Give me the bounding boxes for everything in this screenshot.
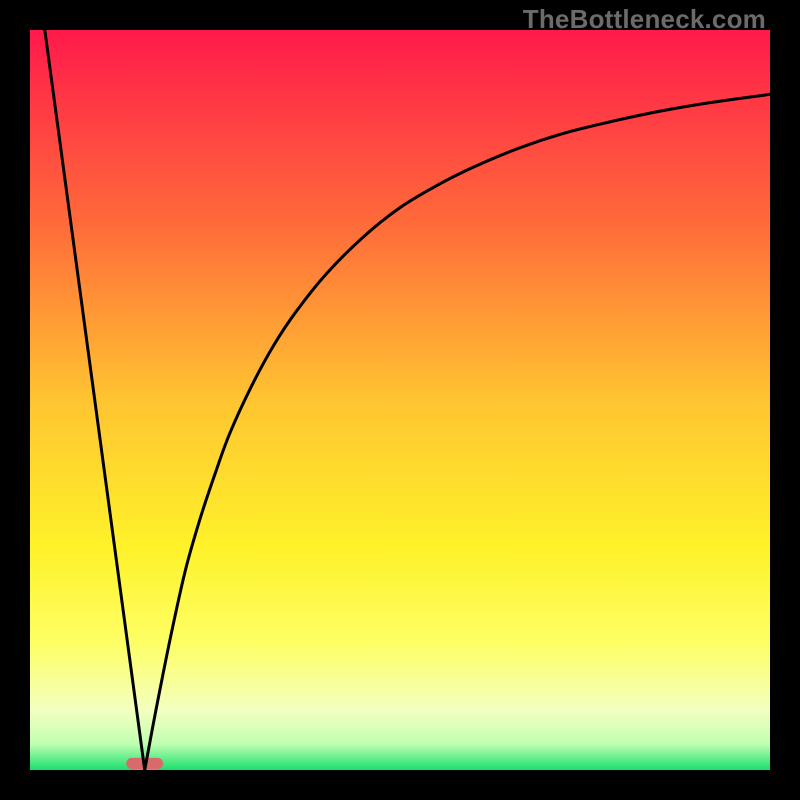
watermark-text: TheBottleneck.com xyxy=(523,4,766,35)
chart-svg xyxy=(30,30,770,770)
gradient-background xyxy=(30,30,770,770)
chart-frame: TheBottleneck.com xyxy=(0,0,800,800)
plot-area xyxy=(30,30,770,770)
